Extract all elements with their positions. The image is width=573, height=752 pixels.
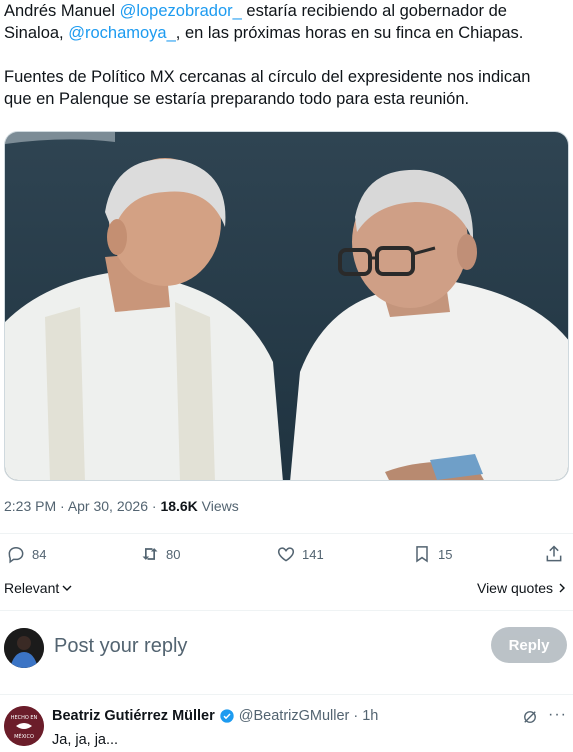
action-bar: 84 80 141 15 bbox=[0, 538, 573, 576]
sort-dropdown[interactable]: Relevant bbox=[4, 580, 73, 596]
tweet-text-segment: estaría recibiendo al gobernador de bbox=[241, 2, 507, 20]
divider bbox=[0, 610, 573, 611]
share-action[interactable] bbox=[544, 544, 564, 564]
tweet-line-4: que en Palenque se estaría preparando to… bbox=[4, 90, 470, 108]
reply-icon bbox=[8, 546, 24, 564]
like-action[interactable]: 141 bbox=[276, 544, 324, 564]
tweet-text-segment: Sinaloa, bbox=[4, 24, 69, 42]
meta-separator: · bbox=[56, 498, 68, 514]
commenter-avatar[interactable]: HECHO EN MÉXICO bbox=[4, 706, 44, 746]
tweet-meta: 2:23 PM · Apr 30, 2026 · 18.6K Views bbox=[4, 498, 239, 514]
repost-action[interactable]: 80 bbox=[140, 544, 180, 564]
tweet-line-2: Sinaloa, @rochamoya_, en las próximas ho… bbox=[4, 22, 569, 44]
post-date[interactable]: Apr 30, 2026 bbox=[68, 498, 148, 514]
reply-count: 84 bbox=[32, 546, 47, 562]
tweet-line-3: Fuentes de Político MX cercanas al círcu… bbox=[4, 68, 531, 86]
repost-icon bbox=[142, 548, 158, 560]
sort-label: Relevant bbox=[4, 580, 60, 596]
svg-text:HECHO EN: HECHO EN bbox=[11, 715, 38, 721]
heart-icon bbox=[277, 547, 295, 562]
views-count: 18.6K bbox=[160, 498, 198, 514]
tweet-photo[interactable] bbox=[4, 131, 569, 481]
photo-two-men-talking bbox=[5, 132, 568, 480]
bookmark-action[interactable]: 15 bbox=[412, 544, 452, 564]
tweet-line-1: Andrés Manuel @lopezobrador_ estaría rec… bbox=[4, 0, 569, 22]
views-label: Views bbox=[197, 498, 239, 514]
reply-action[interactable]: 84 bbox=[6, 544, 46, 564]
like-count: 141 bbox=[302, 546, 324, 562]
repost-count: 80 bbox=[166, 546, 181, 562]
tweet-text-segment: , en las próximas horas en su finca en C… bbox=[175, 24, 524, 42]
mention-lopezobrador[interactable]: @lopezobrador_ bbox=[120, 2, 242, 20]
svg-text:MÉXICO: MÉXICO bbox=[14, 732, 34, 740]
tweet-text: Andrés Manuel @lopezobrador_ estaría rec… bbox=[4, 0, 569, 110]
mention-rochamoya[interactable]: @rochamoya_ bbox=[68, 24, 176, 42]
reply-text: Ja, ja, ja... bbox=[52, 732, 119, 748]
user-avatar[interactable] bbox=[4, 628, 44, 668]
hecho-en-mexico-logo: HECHO EN MÉXICO bbox=[4, 706, 44, 746]
divider bbox=[0, 533, 573, 534]
meta-separator: · bbox=[147, 498, 161, 514]
reply-time[interactable]: · 1h bbox=[353, 708, 378, 724]
reply-tweet[interactable]: HECHO EN MÉXICO Beatriz Gutiérrez Müller… bbox=[0, 700, 573, 752]
verified-badge-icon bbox=[220, 709, 234, 723]
bookmark-icon bbox=[416, 546, 428, 563]
post-time[interactable]: 2:23 PM bbox=[4, 498, 56, 514]
view-quotes-link[interactable]: View quotes bbox=[477, 580, 567, 596]
bookmark-count: 15 bbox=[438, 546, 453, 562]
commenter-handle[interactable]: @BeatrizGMuller bbox=[239, 708, 350, 724]
reply-composer: Post your reply Reply bbox=[0, 622, 573, 676]
grok-icon[interactable] bbox=[521, 708, 539, 731]
more-options-icon[interactable]: ··· bbox=[548, 706, 567, 724]
chevron-down-icon bbox=[62, 585, 72, 591]
view-quotes-label: View quotes bbox=[476, 580, 553, 596]
avatar-image bbox=[4, 628, 44, 668]
chevron-right-icon bbox=[559, 583, 565, 593]
tweet-text-segment: Andrés Manuel bbox=[4, 2, 120, 20]
reply-header: Beatriz Gutiérrez Müller @BeatrizGMuller… bbox=[52, 708, 378, 724]
share-icon bbox=[546, 545, 562, 562]
reply-input[interactable]: Post your reply bbox=[54, 635, 187, 658]
divider bbox=[0, 694, 573, 695]
reply-button[interactable]: Reply bbox=[491, 627, 567, 663]
commenter-name[interactable]: Beatriz Gutiérrez Müller bbox=[52, 708, 215, 724]
